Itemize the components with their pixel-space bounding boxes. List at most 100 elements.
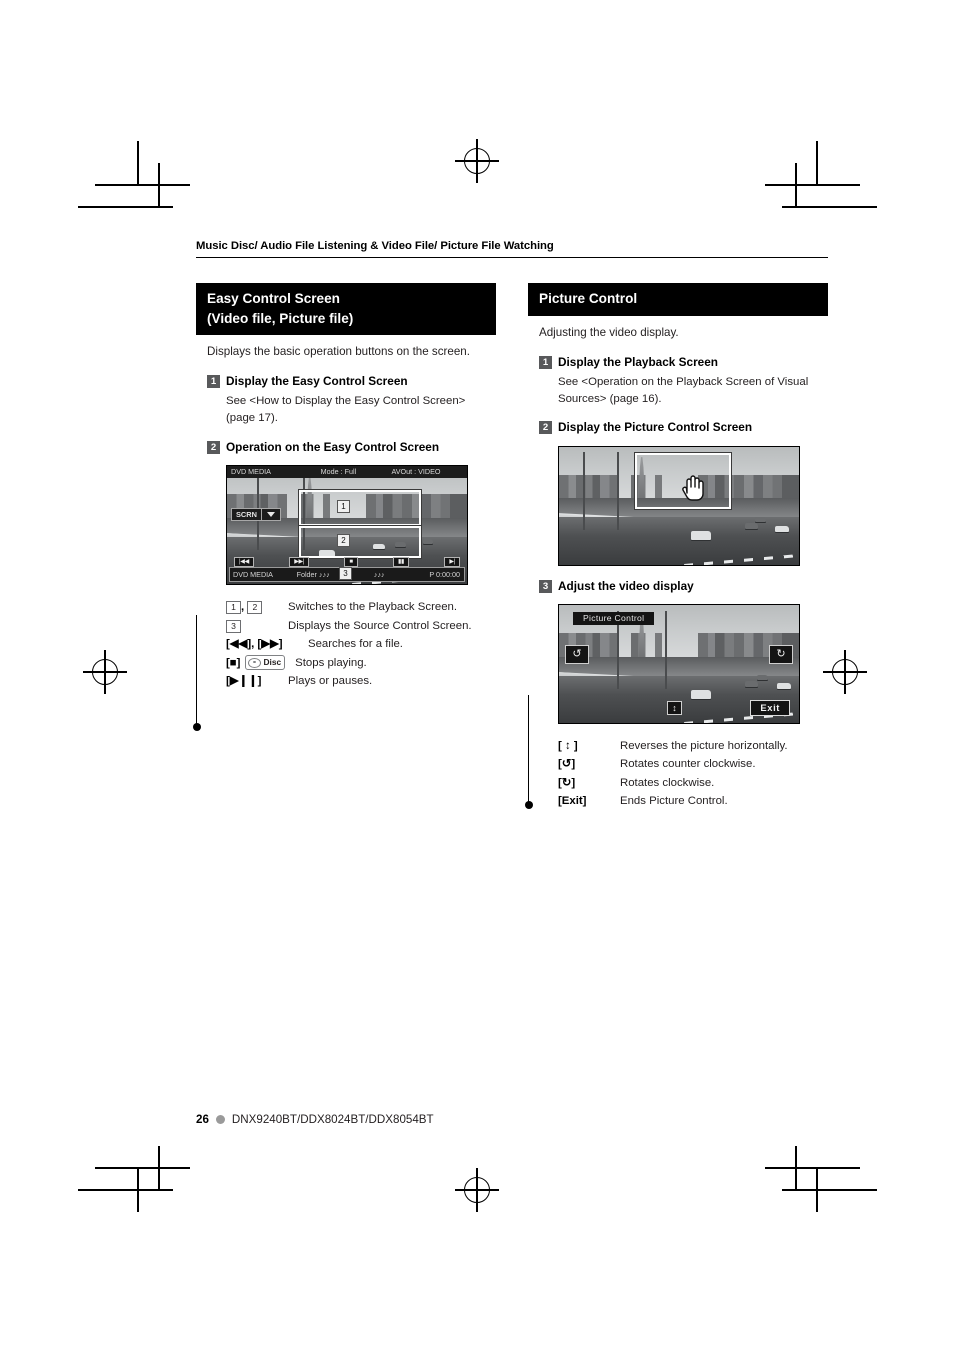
scrn-button[interactable]: SCRN: [231, 507, 281, 521]
legend-key-search: [◀◀], [▶▶]: [226, 638, 283, 651]
legend-key-flip: [ ↕ ]: [558, 739, 578, 752]
bottombar-folder-label: Folder ♪♪♪: [296, 569, 330, 579]
legend-row-play-pause: [▶❙❙] Plays or pauses.: [226, 672, 496, 690]
legend-row-rotate-ccw: [↺] Rotates counter clockwise.: [558, 755, 828, 773]
stop-button[interactable]: ■: [344, 557, 358, 568]
pc-step-badge-3: 3: [539, 579, 552, 593]
legend-row-stop: [■] Disc Stops playing.: [226, 654, 496, 672]
legend-desc-exit: Ends Picture Control.: [620, 795, 728, 808]
right-column-rule: [528, 695, 530, 806]
rotate-counter-clockwise-button[interactable]: ↺: [565, 644, 589, 664]
legend-key-rotate-cw: [↻]: [558, 776, 576, 789]
legend-badge-3: 3: [226, 619, 241, 633]
legend-desc-flip: Reverses the picture horizontally.: [620, 739, 788, 752]
left-column-end-dot: [192, 723, 201, 732]
pc-step-badge-2: 2: [539, 421, 552, 435]
bottombar-time-label: P 0:00:00: [429, 569, 460, 579]
pc-step-body-1: See <Operation on the Playback Screen of…: [558, 375, 809, 405]
hand-cursor-icon: [682, 474, 704, 501]
step-title-1: Display the Easy Control Screen: [226, 373, 408, 388]
legend-key-play-pause: [▶❙❙]: [226, 674, 262, 687]
easy-control-legend: 1, 2 Switches to the Playback Screen. 3 …: [226, 598, 496, 691]
rotate-clockwise-button[interactable]: ↻: [769, 644, 793, 664]
legend-key-stop: [■]: [226, 656, 241, 669]
pc-step-title-1: Display the Playback Screen: [558, 354, 718, 369]
play-button[interactable]: ▶|: [444, 557, 460, 568]
footer-dot-icon: [215, 1115, 225, 1124]
disc-icon-chip: Disc: [245, 655, 286, 671]
legend-badge-1: 1: [226, 600, 241, 614]
transport-button-row: |◀◀ ▶▶| ■ ▮▮ ▶|: [230, 557, 464, 568]
registration-mark-right: [823, 650, 867, 694]
topbar-source-label: DVD MEDIA: [231, 466, 271, 476]
flip-horizontal-button[interactable]: ↕: [667, 700, 682, 715]
left-column-rule: [196, 615, 198, 728]
picture-control-screenshot: Picture Control ↺ ↻ ↕ Exit: [558, 603, 800, 724]
pc-step-badge-1: 1: [539, 355, 552, 369]
crop-mark-top-right-h1: [765, 184, 860, 186]
registration-mark-left: [83, 650, 127, 694]
registration-mark-bottom: [455, 1168, 499, 1212]
easy-control-intro: Displays the basic operation buttons on …: [207, 344, 470, 358]
pc-step-title-3: Adjust the video display: [558, 578, 694, 593]
next-track-button[interactable]: ▶▶|: [289, 557, 310, 568]
section-header-picture-control: Picture Control: [528, 283, 828, 316]
legend-desc-playback: Switches to the Playback Screen.: [288, 600, 458, 613]
pause-button[interactable]: ▮▮: [393, 557, 410, 568]
running-head: Music Disc/ Audio File Listening & Video…: [196, 240, 554, 252]
picture-control-intro: Adjusting the video display.: [539, 325, 679, 339]
exit-button[interactable]: Exit: [750, 699, 790, 716]
prev-track-button[interactable]: |◀◀: [234, 557, 254, 568]
screenshot-topbar: DVD MEDIA Mode : Full AVOut : VIDEO: [227, 465, 467, 478]
topbar-avout-label: AVOut : VIDEO: [391, 466, 441, 476]
callout-region-1[interactable]: [299, 489, 421, 526]
step-2-picture-control: 2 Display the Picture Control Screen: [539, 420, 828, 435]
step-1-picture-control: 1 Display the Playback Screen: [539, 355, 828, 370]
two-column-layout: Easy Control Screen (Video file, Picture…: [192, 283, 828, 811]
picture-control-screen-title: Picture Control: [573, 611, 655, 625]
crop-mark-top-left-h2: [78, 206, 173, 208]
section-header-easy-control: Easy Control Screen (Video file, Picture…: [196, 283, 496, 335]
chevron-down-icon: [266, 511, 275, 517]
easy-control-screenshot: DVD MEDIA Mode : Full AVOut : VIDEO SCRN…: [226, 464, 468, 585]
legend-desc-stop: Stops playing.: [295, 656, 367, 669]
legend-row-playback: 1, 2 Switches to the Playback Screen.: [226, 598, 496, 617]
picture-control-legend: [ ↕ ] Reverses the picture horizontally.…: [558, 737, 828, 811]
step-2-easy-control: 2 Operation on the Easy Control Screen: [207, 440, 496, 455]
legend-desc-rotate-ccw: Rotates counter clockwise.: [620, 758, 756, 771]
disc-chip-label: Disc: [263, 656, 282, 667]
legend-badge-2: 2: [247, 600, 263, 614]
bottombar-file-label: ♪♪♪: [373, 569, 385, 579]
legend-desc-play-pause: Plays or pauses.: [288, 674, 373, 687]
right-column: Picture Control Adjusting the video disp…: [524, 283, 828, 811]
scrn-button-label: SCRN: [236, 509, 257, 519]
callout-number-1: 1: [337, 499, 350, 513]
step-1-easy-control: 1 Display the Easy Control Screen: [207, 374, 496, 389]
topbar-mode-label: Mode : Full: [320, 466, 357, 476]
pc-step-title-2: Display the Picture Control Screen: [558, 420, 753, 435]
legend-row-search: [◀◀], [▶▶] Searches for a file.: [226, 635, 496, 653]
step-body-1: See <How to Display the Easy Control Scr…: [226, 395, 466, 424]
footer-model-list: DNX9240BT/DDX8024BT/DDX8054BT: [231, 1113, 434, 1126]
crop-mark-top-right-h2: [782, 206, 877, 208]
legend-desc-search: Searches for a file.: [308, 638, 403, 651]
legend-row-rotate-cw: [↻] Rotates clockwise.: [558, 774, 828, 792]
callout-region-2[interactable]: [299, 525, 421, 558]
bottombar-source-label: DVD MEDIA: [233, 569, 273, 579]
callout-number-3: 3: [339, 566, 352, 580]
page-content: Music Disc/ Audio File Listening & Video…: [192, 240, 828, 811]
crop-mark-bottom-left-h1: [95, 1167, 190, 1169]
crop-mark-top-right-v1: [816, 141, 818, 186]
crop-mark-bottom-right-h2: [782, 1189, 877, 1191]
legend-desc-source-control: Displays the Source Control Screen.: [288, 619, 472, 632]
picture-control-title: Picture Control: [539, 291, 638, 307]
legend-key-exit: [Exit]: [558, 795, 587, 808]
step-badge-1: 1: [207, 374, 220, 388]
crop-mark-bottom-left-h2: [78, 1189, 173, 1191]
step-3-picture-control: 3 Adjust the video display: [539, 579, 828, 594]
crop-mark-bottom-right-v2: [795, 1146, 797, 1191]
crop-mark-bottom-left-v2: [158, 1146, 160, 1191]
disc-icon: [248, 657, 262, 668]
legend-row-source-control: 3 Displays the Source Control Screen.: [226, 617, 496, 635]
left-column: Easy Control Screen (Video file, Picture…: [192, 283, 496, 810]
